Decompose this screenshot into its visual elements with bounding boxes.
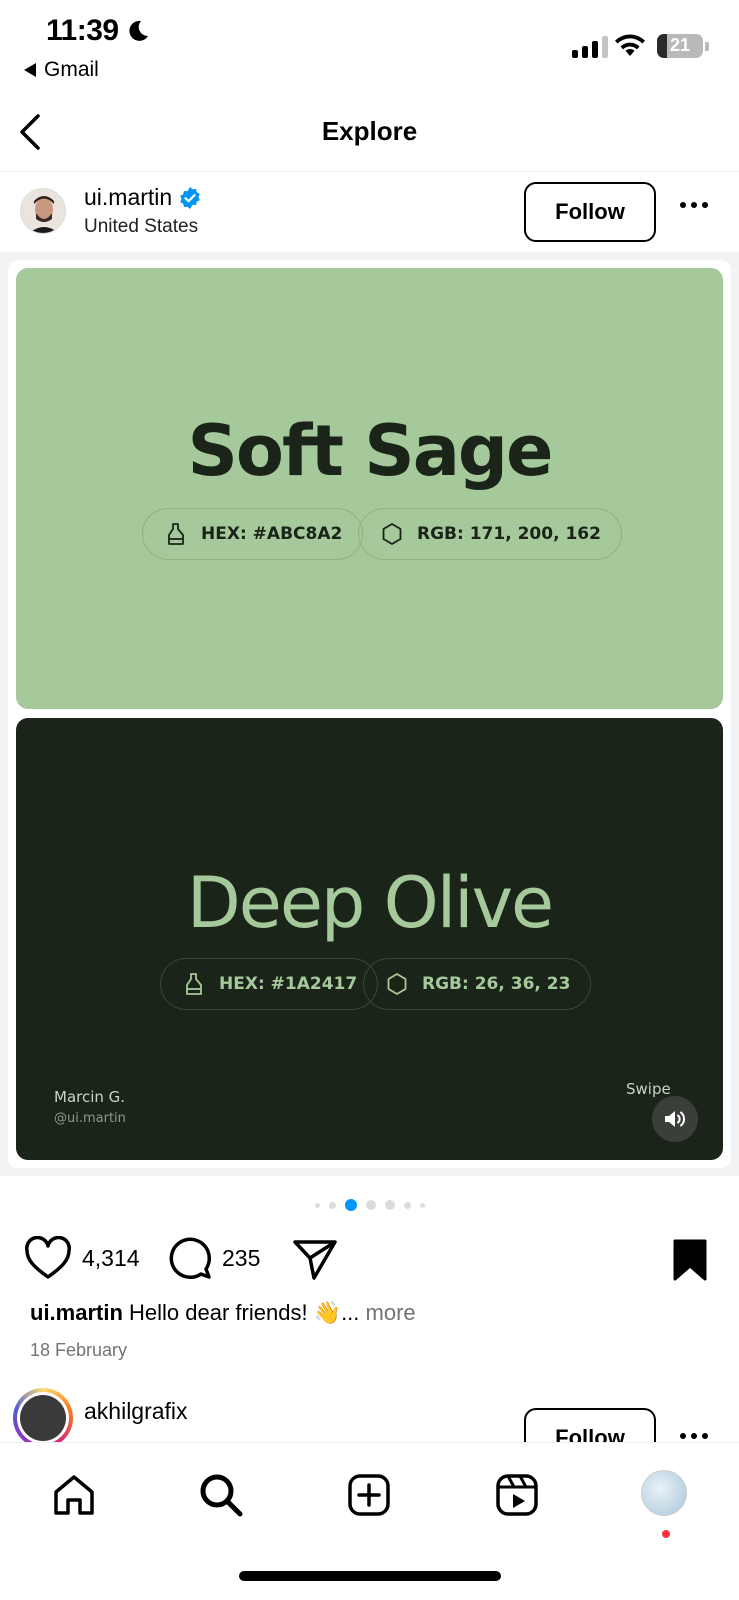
- likes-count: 4,314: [82, 1244, 140, 1271]
- battery-icon: 21: [657, 34, 703, 58]
- caption-text: Hello dear friends! 👋...: [129, 1300, 360, 1325]
- rgb-value: RGB: 171, 200, 162: [417, 524, 601, 544]
- more-options-icon[interactable]: [680, 1433, 708, 1439]
- hex-value: HEX: #1A2417: [219, 974, 358, 994]
- post-username[interactable]: ui.martin: [84, 184, 202, 211]
- author-handle: @ui.martin: [54, 1111, 126, 1126]
- reels-icon: [496, 1474, 538, 1516]
- tab-home[interactable]: [49, 1470, 99, 1520]
- post-date: 18 February: [30, 1340, 128, 1360]
- follow-button[interactable]: Follow: [524, 182, 656, 242]
- status-time: 11:39: [46, 14, 119, 47]
- battery-tip: [705, 42, 709, 51]
- tab-search[interactable]: [196, 1470, 246, 1520]
- post-location[interactable]: United States: [84, 216, 198, 238]
- paint-bucket-icon: [168, 523, 184, 545]
- hex-pill: HEX: #1A2417: [160, 958, 379, 1010]
- comment-action[interactable]: 235: [168, 1236, 260, 1280]
- rgb-pill: RGB: 26, 36, 23: [363, 958, 592, 1010]
- slide-soft-sage: Soft Sage HEX: #ABC8A2 RGB: 171, 200, 16…: [16, 268, 723, 709]
- create-icon: [348, 1474, 390, 1516]
- hexagon-icon: [387, 973, 407, 995]
- slide-title: Deep Olive: [186, 862, 554, 944]
- hex-value: HEX: #ABC8A2: [201, 524, 343, 544]
- rgb-pill: RGB: 171, 200, 162: [358, 508, 622, 560]
- back-triangle-icon: [24, 63, 36, 77]
- comments-count: 235: [222, 1244, 261, 1271]
- status-bar: 11:39 Gmail 21: [0, 0, 739, 92]
- next-post-username[interactable]: akhilgrafix: [84, 1398, 188, 1425]
- avatar-portrait-icon: [21, 189, 65, 233]
- search-icon: [200, 1474, 243, 1517]
- next-post-header: akhilgrafix Follow: [0, 1388, 739, 1442]
- tab-create[interactable]: [344, 1470, 394, 1520]
- moon-icon: [129, 20, 148, 41]
- user-avatar[interactable]: [20, 188, 66, 234]
- author-name: Marcin G.: [54, 1088, 126, 1106]
- tab-reels[interactable]: [492, 1470, 542, 1520]
- speaker-icon: [665, 1111, 685, 1127]
- follow-button[interactable]: Follow: [524, 1408, 656, 1442]
- more-options-icon[interactable]: [680, 202, 708, 208]
- like-action[interactable]: 4,314: [24, 1236, 140, 1280]
- share-icon[interactable]: [292, 1238, 338, 1282]
- story-ring-avatar[interactable]: [13, 1388, 73, 1442]
- post-header: ui.martin United States Follow: [0, 172, 739, 252]
- nav-header: Explore: [0, 92, 739, 172]
- slide-deep-olive: Deep Olive HEX: #1A2417 RGB: 26, 36, 23 …: [16, 718, 723, 1160]
- comment-icon: [169, 1237, 212, 1280]
- media-frame: Soft Sage HEX: #ABC8A2 RGB: 171, 200, 16…: [8, 260, 731, 1168]
- home-icon: [54, 1475, 94, 1515]
- carousel-indicator: [0, 1199, 739, 1211]
- heart-icon: [25, 1236, 71, 1279]
- battery-level: 21: [669, 35, 691, 55]
- notification-dot: [662, 1530, 670, 1538]
- carousel-dot: [314, 1202, 320, 1208]
- tab-profile[interactable]: [639, 1468, 689, 1518]
- username-text: ui.martin: [84, 184, 173, 210]
- paint-bucket-icon: [186, 973, 202, 995]
- post-media[interactable]: Soft Sage HEX: #ABC8A2 RGB: 171, 200, 16…: [0, 252, 739, 1176]
- sound-toggle-button[interactable]: [652, 1096, 698, 1142]
- hexagon-icon: [382, 523, 402, 545]
- carousel-dot: [419, 1202, 425, 1208]
- back-app-label: Gmail: [44, 58, 99, 81]
- slide-title: Soft Sage: [187, 410, 553, 492]
- wifi-icon: [615, 34, 645, 56]
- verified-badge-icon: [180, 186, 201, 209]
- rgb-value: RGB: 26, 36, 23: [422, 974, 571, 994]
- post-caption[interactable]: ui.martin Hello dear friends! 👋... more: [30, 1300, 720, 1326]
- home-indicator[interactable]: [239, 1571, 501, 1581]
- back-to-app-link[interactable]: Gmail: [24, 58, 99, 82]
- bookmark-icon[interactable]: [672, 1238, 708, 1282]
- carousel-dot: [328, 1201, 336, 1209]
- caption-more-link[interactable]: more: [366, 1300, 416, 1325]
- carousel-dot-active: [344, 1199, 357, 1211]
- carousel-dot: [403, 1201, 411, 1209]
- carousel-dot: [384, 1200, 395, 1210]
- carousel-dot: [365, 1200, 376, 1210]
- hex-pill: HEX: #ABC8A2: [142, 508, 364, 560]
- caption-username[interactable]: ui.martin: [30, 1300, 123, 1325]
- profile-avatar: [641, 1470, 687, 1516]
- page-title: Explore: [321, 116, 418, 146]
- post-actions: 4,314 235: [0, 1230, 739, 1290]
- swipe-hint: Swipe: [626, 1080, 671, 1098]
- signal-icon: [572, 34, 608, 58]
